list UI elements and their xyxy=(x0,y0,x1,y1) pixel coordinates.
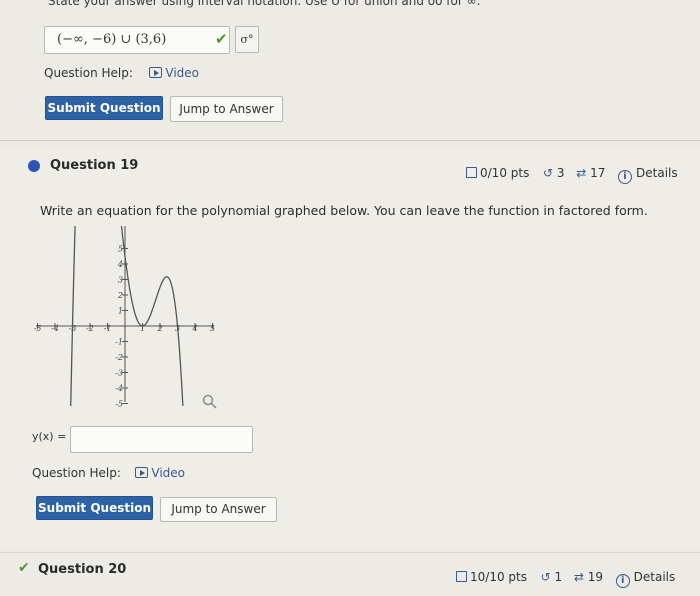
prev-question-help: Question Help: Video xyxy=(44,66,199,80)
q19-score: 0/10 pts xyxy=(480,166,530,180)
y-tick-label: 3 xyxy=(118,276,123,285)
polynomial-curve xyxy=(70,226,184,406)
info-icon: i xyxy=(615,574,630,588)
y-tick-label: 1 xyxy=(118,307,123,316)
x-tick-label: -5 xyxy=(34,324,42,333)
y-tick-label: 4 xyxy=(117,260,123,269)
x-tick-label: -4 xyxy=(51,324,59,333)
current-question-dot-icon xyxy=(28,160,40,172)
details-label: Details xyxy=(636,166,678,180)
question-19-prompt: Write an equation for the polynomial gra… xyxy=(40,203,648,218)
answer-input-label: y(x) = xyxy=(32,430,67,443)
q20-details-link[interactable]: i Details xyxy=(615,570,676,588)
prev-answer-value: (−∞, −6) ∪ (3,6) xyxy=(57,32,167,47)
section-divider xyxy=(0,552,700,553)
video-icon xyxy=(148,67,162,78)
video-link-label: Video xyxy=(151,466,185,480)
question-help-label: Question Help: xyxy=(44,66,133,80)
y-tick-label: -3 xyxy=(115,369,123,378)
retry-icon: ↺ xyxy=(543,166,554,180)
y-tick-label: -5 xyxy=(115,400,123,409)
attempts-icon: ⇄ xyxy=(576,166,587,180)
preview-button[interactable]: σ° xyxy=(235,26,259,53)
info-icon: i xyxy=(618,170,633,184)
section-divider xyxy=(0,140,700,141)
x-axis-ticks: -5 -4 -3 -2 -1 1 2 3 4 5 xyxy=(34,323,215,333)
q19-video-link[interactable]: Video xyxy=(134,466,185,480)
q19-question-help: Question Help: Video xyxy=(32,466,185,480)
polynomial-graph: -5 -4 -3 -2 -1 1 2 3 4 5 54321-1-2-3-4-5 xyxy=(34,226,215,409)
x-tick-label: -2 xyxy=(86,324,94,333)
question-20-meta: 10/10 pts ↺ 1 ⇄ 19 i Details xyxy=(456,570,675,588)
check-icon: ✔ xyxy=(215,30,228,48)
y-tick-label: -2 xyxy=(115,353,123,362)
q19-retries: 3 xyxy=(556,166,565,180)
magnifier-icon[interactable] xyxy=(202,394,218,410)
x-tick-label: 2 xyxy=(156,324,162,333)
score-icon xyxy=(456,571,467,582)
jump-to-answer-button[interactable]: Jump to Answer xyxy=(160,497,277,522)
q20-retries: 1 xyxy=(554,570,563,584)
prev-submit-question-button[interactable]: Submit Question xyxy=(45,96,163,120)
y-tick-label: -1 xyxy=(115,338,123,347)
x-tick-label: 4 xyxy=(191,324,197,333)
question-19-title: Question 19 xyxy=(50,158,139,173)
video-icon xyxy=(134,467,148,478)
x-tick-label: 5 xyxy=(210,324,215,333)
prev-jump-to-answer-button[interactable]: Jump to Answer xyxy=(170,96,283,122)
x-tick-label: -1 xyxy=(104,324,112,333)
question-help-label: Question Help: xyxy=(32,466,121,480)
q19-attempts: 17 xyxy=(590,166,606,180)
question-19-meta: 0/10 pts ↺ 3 ⇄ 17 i Details xyxy=(466,166,678,184)
video-link-label: Video xyxy=(165,66,199,80)
answer-input[interactable] xyxy=(70,426,253,453)
y-tick-label: -4 xyxy=(115,384,123,393)
q20-attempts: 19 xyxy=(587,570,603,584)
score-icon xyxy=(466,167,477,178)
retry-icon: ↺ xyxy=(540,570,551,584)
prev-answer-field[interactable]: (−∞, −6) ∪ (3,6) ✔ xyxy=(44,26,230,54)
submit-question-button[interactable]: Submit Question xyxy=(36,496,153,520)
attempts-icon: ⇄ xyxy=(573,570,584,584)
details-label: Details xyxy=(633,570,676,584)
q20-score: 10/10 pts xyxy=(470,570,527,584)
y-tick-label: 2 xyxy=(117,291,123,300)
prev-video-link[interactable]: Video xyxy=(148,66,199,80)
completed-check-icon: ✔ xyxy=(18,560,30,576)
y-tick-label: 5 xyxy=(118,245,123,254)
question-20-title: Question 20 xyxy=(38,562,127,577)
q19-details-link[interactable]: i Details xyxy=(618,166,678,184)
prev-instruction-text: State your answer using interval notatio… xyxy=(48,0,481,8)
